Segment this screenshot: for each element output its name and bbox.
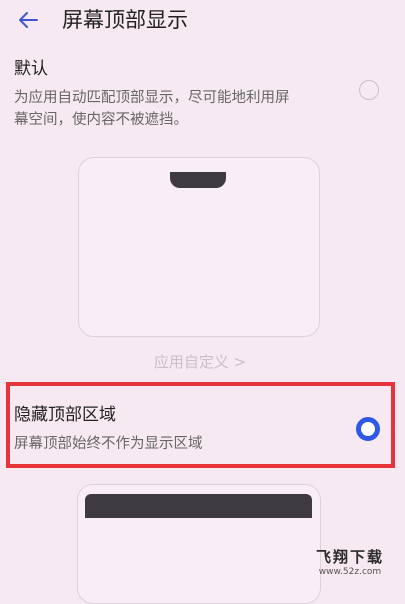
watermark-url: www.52z.com [318, 567, 382, 577]
hidden-top-bar-preview [85, 494, 312, 518]
highlight-frame [6, 382, 395, 468]
app-bar: 屏幕顶部显示 [0, 0, 405, 44]
option-default-title: 默认 [14, 59, 48, 79]
option-default-desc-line2: 幕空间，使内容不被遮挡。 [14, 112, 188, 128]
app-custom-link[interactable]: 应用自定义 > [140, 350, 260, 374]
option-default-radio[interactable] [359, 80, 379, 100]
page-title: 屏幕顶部显示 [62, 8, 188, 32]
watermark-logo: 飞翔下载 [315, 548, 384, 566]
option-default-desc-line1: 为应用自动匹配顶部显示，尽可能地利用屏 [14, 90, 290, 106]
watermark: 飞翔下载 www.52z.com [300, 548, 400, 578]
back-arrow-icon [19, 12, 38, 28]
back-button[interactable] [14, 6, 42, 34]
notch-preview [170, 172, 226, 188]
